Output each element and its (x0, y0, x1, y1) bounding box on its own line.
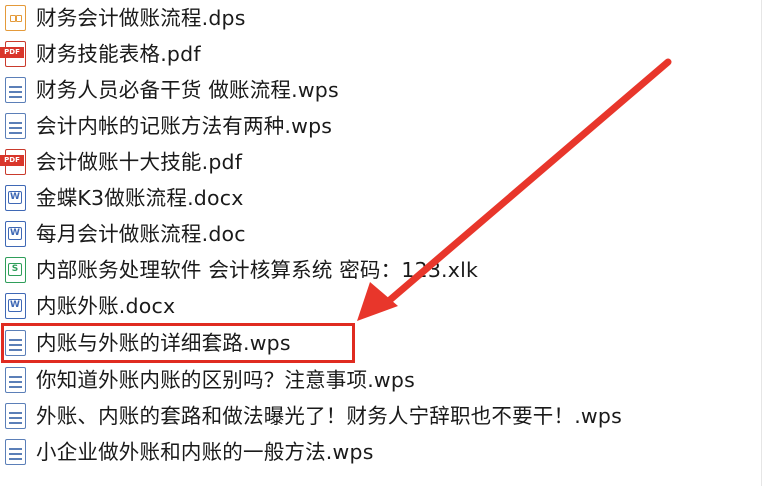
file-item[interactable]: S 内部账务处理软件 会计核算系统 密码：123.xlk (0, 252, 760, 288)
wps-doc-icon (5, 77, 26, 103)
file-item[interactable]: 财务会计做账流程.dps (0, 0, 760, 36)
file-name: 内部账务处理软件 会计核算系统 密码：123.xlk (36, 258, 479, 282)
wps-doc-icon (5, 439, 26, 465)
dps-icon (5, 5, 26, 31)
file-item[interactable]: PDF 财务技能表格.pdf (0, 36, 760, 72)
sheet-tag: S (8, 263, 22, 276)
wps-doc-icon (5, 367, 26, 393)
wps-doc-icon (5, 113, 26, 139)
file-item[interactable]: W 内账外账.docx (0, 288, 760, 324)
pdf-tag: PDF (0, 47, 24, 58)
file-item[interactable]: 外账、内账的套路和做法曝光了！财务人宁辞职也不要干！.wps (0, 398, 760, 434)
file-name: 内账与外账的详细套路.wps (36, 331, 291, 355)
spreadsheet-icon: S (5, 257, 26, 283)
file-name: 每月会计做账流程.doc (36, 222, 246, 246)
file-item[interactable]: 财务人员必备干货 做账流程.wps (0, 72, 760, 108)
file-item[interactable]: PDF 会计做账十大技能.pdf (0, 144, 760, 180)
file-name: 金蝶K3做账流程.docx (36, 186, 244, 210)
file-name: 小企业做外账和内账的一般方法.wps (36, 440, 374, 464)
word-icon: W (5, 221, 26, 247)
word-tag: W (8, 191, 22, 204)
file-item[interactable]: W 每月会计做账流程.doc (0, 216, 760, 252)
file-item[interactable]: 小企业做外账和内账的一般方法.wps (0, 434, 760, 470)
file-item[interactable]: 会计内帐的记账方法有两种.wps (0, 108, 760, 144)
file-name: 内账外账.docx (36, 294, 176, 318)
word-icon: W (5, 293, 26, 319)
wps-doc-icon (5, 403, 26, 429)
pdf-icon: PDF (0, 41, 26, 67)
file-name: 外账、内账的套路和做法曝光了！财务人宁辞职也不要干！.wps (36, 404, 622, 428)
word-tag: W (8, 227, 22, 240)
file-name: 会计内帐的记账方法有两种.wps (36, 114, 333, 138)
wps-doc-icon (5, 330, 26, 356)
pdf-icon: PDF (0, 149, 26, 175)
file-name: 会计做账十大技能.pdf (36, 150, 243, 174)
file-name: 财务技能表格.pdf (36, 42, 201, 66)
file-name: 财务会计做账流程.dps (36, 6, 246, 30)
word-icon: W (5, 185, 26, 211)
file-list: 财务会计做账流程.dps PDF 财务技能表格.pdf 财务人员必备干货 做账流… (0, 0, 762, 486)
file-name: 财务人员必备干货 做账流程.wps (36, 78, 339, 102)
file-item-highlighted[interactable]: 内账与外账的详细套路.wps (0, 325, 760, 361)
file-name: 你知道外账内账的区别吗？注意事项.wps (36, 368, 415, 392)
pdf-tag: PDF (0, 155, 24, 166)
word-tag: W (8, 299, 22, 312)
file-item[interactable]: W 金蝶K3做账流程.docx (0, 180, 760, 216)
file-item[interactable]: 你知道外账内账的区别吗？注意事项.wps (0, 362, 760, 398)
